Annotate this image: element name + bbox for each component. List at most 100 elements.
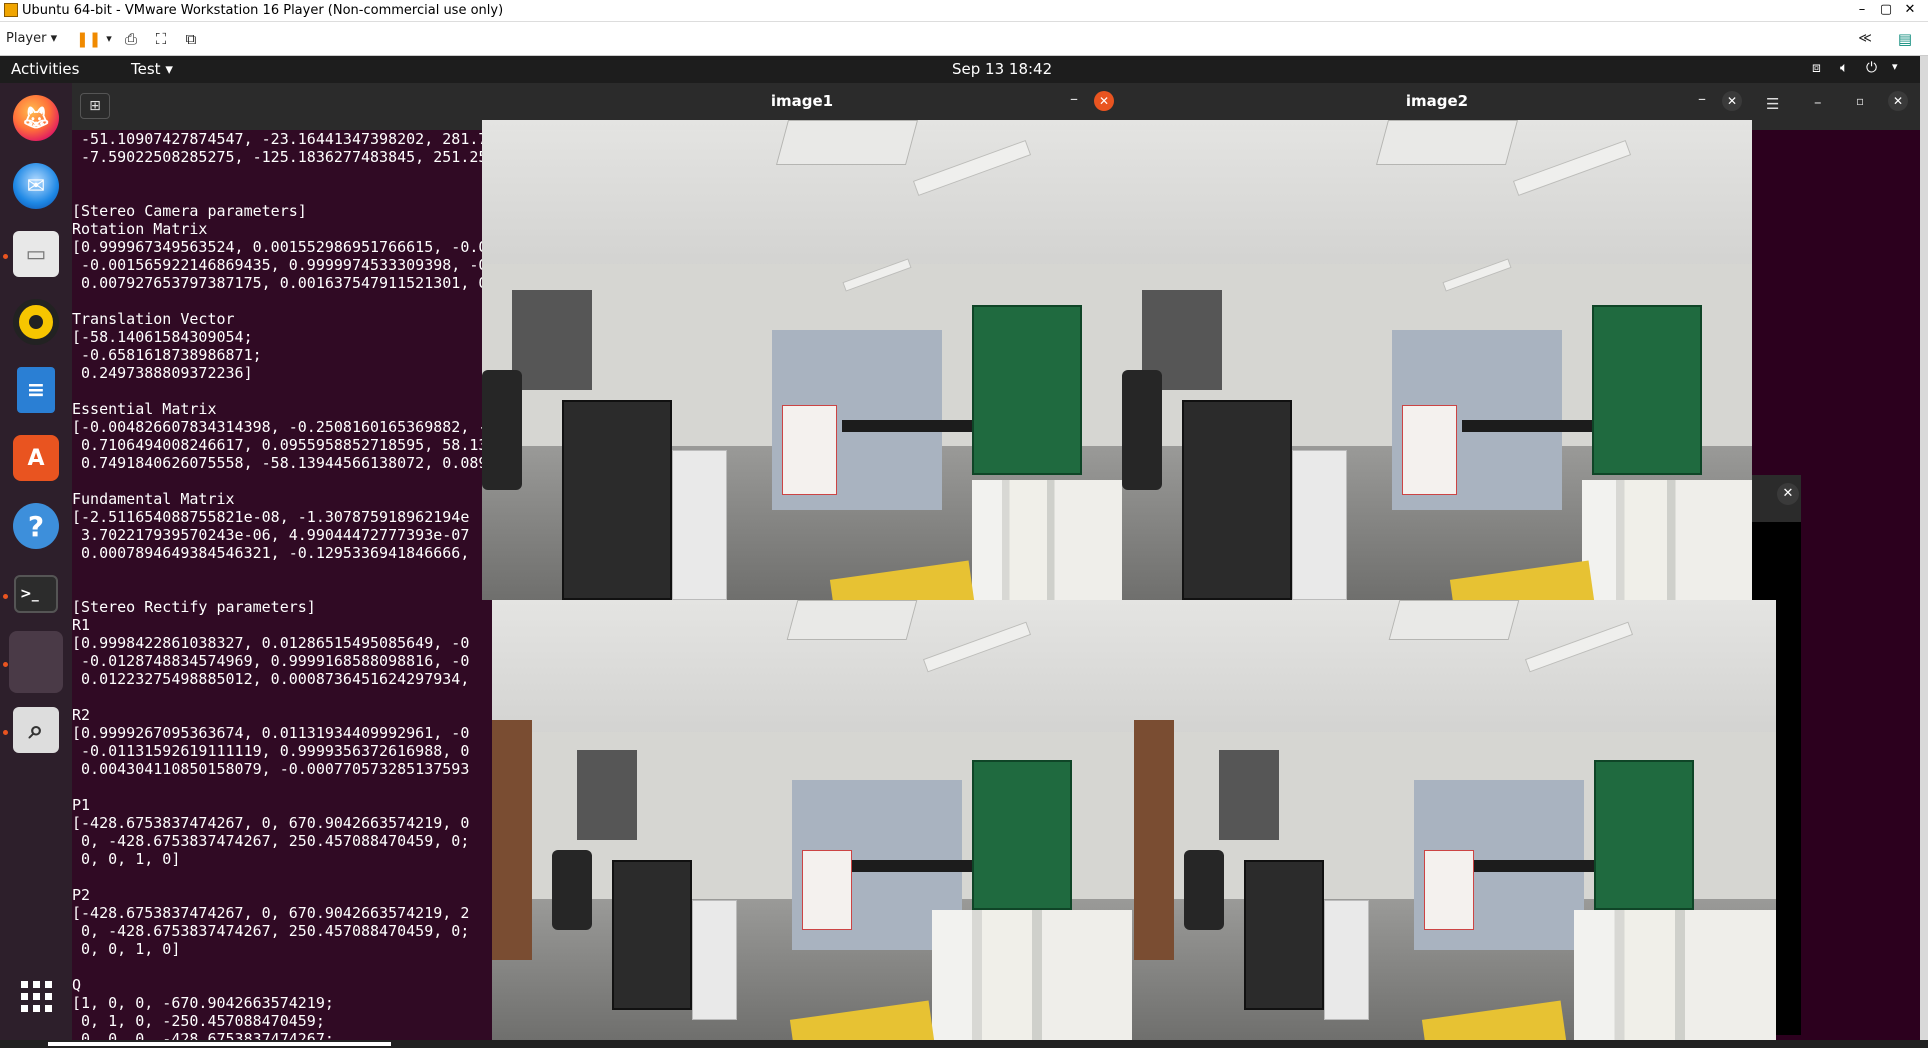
image1-minimize-icon[interactable]: – <box>1062 89 1086 108</box>
player-menu-label: Player <box>6 31 47 46</box>
pause-icon[interactable]: ❚❚ <box>76 28 101 50</box>
fullscreen-icon[interactable]: ⛶ <box>150 28 172 50</box>
rectified-images-window[interactable] <box>492 600 1776 1040</box>
dock-item-help[interactable]: ? <box>9 499 63 553</box>
activities-button[interactable]: Activities <box>11 60 79 78</box>
network-icon[interactable]: ⧈ <box>1812 60 1821 76</box>
terminal-line: 0, 0, 1, 0] <box>72 850 181 868</box>
rectified-left-image <box>492 600 1134 1040</box>
terminal-line: Rotation Matrix <box>72 220 208 238</box>
clock[interactable]: Sep 13 18:42 <box>952 60 1052 78</box>
terminal-line: 0.2497388809372236] <box>72 364 253 382</box>
terminal-line: 0, 1, 0, -250.457088470459; <box>72 1012 325 1030</box>
terminal-window-controls: ☰ – ▫ ✕ <box>1752 83 1920 130</box>
running-indicator <box>3 594 8 599</box>
terminal-line: [0.9999267095363674, 0.01131934409992961… <box>72 724 470 742</box>
new-tab-icon[interactable]: ⊞ <box>80 93 110 119</box>
libreoffice-writer-icon: ≡ <box>17 367 55 413</box>
terminal-line: [0.999967349563524, 0.001552986951766615… <box>72 238 488 256</box>
terminal-line: -0.01131592619111119, 0.9999356372616988… <box>72 742 470 760</box>
dock-item-rhythmbox[interactable] <box>9 295 63 349</box>
firefox-icon: 🦊︎ <box>13 95 59 141</box>
image2-window[interactable]: image2 – ✕ <box>1122 83 1752 600</box>
send-ctrl-alt-del-icon[interactable]: ⎙ <box>120 28 142 50</box>
terminal-line: R1 <box>72 616 91 634</box>
terminal-line: 0, -428.6753837474267, 250.457088470459,… <box>72 922 470 940</box>
terminal-close-icon[interactable]: ✕ <box>1888 91 1908 111</box>
background-window-close-icon[interactable]: ✕ <box>1777 483 1799 505</box>
image1-close-icon[interactable]: ✕ <box>1094 91 1114 111</box>
terminal-line: 0.01223275498885012, 0.00087364516242979… <box>72 670 470 688</box>
dock-item-image-viewer[interactable]: ⌕ <box>9 703 63 757</box>
running-indicator <box>3 730 8 735</box>
gnome-top-bar: Activities Test ▾ Sep 13 18:42 ⧈ 🔈︎ ⏻ ▾ <box>0 56 1920 83</box>
minimize-icon[interactable]: – <box>1852 2 1872 17</box>
terminal-line: 0.004304110850158079, -0.000770573285137… <box>72 760 470 778</box>
terminal-line: 0.7106494008246617, 0.0955958852718595, … <box>72 436 488 454</box>
terminal-line: 0, -428.6753837474267, 250.457088470459,… <box>72 832 470 850</box>
rhythmbox-icon <box>13 299 59 345</box>
volume-icon[interactable]: 🔈︎ <box>1840 60 1848 76</box>
system-menu-arrow-icon[interactable]: ▾ <box>1892 60 1898 73</box>
show-applications-button[interactable] <box>9 969 63 1023</box>
dock-item-software[interactable]: A <box>9 431 63 485</box>
terminal-line: -0.001565922146869435, 0.999997453330939… <box>72 256 488 274</box>
image2-title: image2 <box>1405 92 1469 110</box>
unity-icon[interactable]: ⧉ <box>180 28 202 50</box>
terminal-line: -0.6581618738986871; <box>72 346 262 364</box>
vm-titlebar: Ubuntu 64-bit - VMware Workstation 16 Pl… <box>0 0 1928 22</box>
dock: 🦊︎ ✉ ▭ ≡ A ? >_ ⌕ <box>0 83 72 1042</box>
power-icon[interactable]: ⏻ <box>1866 60 1877 76</box>
terminal-icon: >_ <box>14 575 58 613</box>
vm-right-border <box>1920 56 1928 1040</box>
terminal-menu-icon[interactable]: ☰ <box>1766 95 1779 113</box>
image2-camera-frame <box>1122 120 1752 600</box>
terminal-minimize-icon[interactable]: – <box>1814 93 1822 111</box>
terminal-line: [-428.6753837474267, 0, 670.904266357421… <box>72 904 470 922</box>
vm-library-icon[interactable]: ▤ <box>1894 28 1916 50</box>
terminal-line: [1, 0, 0, -670.9042663574219; <box>72 994 334 1012</box>
vm-window-title: Ubuntu 64-bit - VMware Workstation 16 Pl… <box>22 3 504 18</box>
image2-titlebar[interactable]: image2 – ✕ <box>1122 83 1752 120</box>
terminal-window[interactable]: ⊞ -51.10907427874547, -23.16441347398202… <box>72 83 492 1042</box>
terminal-line: [Stereo Rectify parameters] <box>72 598 316 616</box>
player-menu[interactable]: Player ▾ <box>6 31 57 46</box>
terminal-line: [-428.6753837474267, 0, 670.904266357421… <box>72 814 470 832</box>
terminal-line: Essential Matrix <box>72 400 217 418</box>
dock-item-terminal[interactable]: >_ <box>9 567 63 621</box>
maximize-icon[interactable]: ▢ <box>1876 2 1896 17</box>
terminal-output[interactable]: -51.10907427874547, -23.16441347398202, … <box>72 130 492 1042</box>
running-indicator <box>3 254 8 259</box>
close-icon[interactable]: ✕ <box>1900 2 1920 17</box>
dock-item-writer[interactable]: ≡ <box>9 363 63 417</box>
dock-item-test-app[interactable] <box>9 631 63 693</box>
image2-close-icon[interactable]: ✕ <box>1722 91 1742 111</box>
terminal-line: 3.702217939570243e-06, 4.99044472777393e… <box>72 526 470 544</box>
terminal-line: 0.7491840626075558, -58.13944566138072, … <box>72 454 488 472</box>
image1-window[interactable]: image1 – ✕ <box>482 83 1122 600</box>
terminal-maximize-icon[interactable]: ▫ <box>1856 94 1864 108</box>
image1-titlebar[interactable]: image1 – ✕ <box>482 83 1122 120</box>
image2-minimize-icon[interactable]: – <box>1690 89 1714 108</box>
terminal-header: ⊞ <box>72 83 492 130</box>
dock-item-firefox[interactable]: 🦊︎ <box>9 91 63 145</box>
collapse-icon[interactable]: ≪ <box>1854 28 1876 50</box>
ubuntu-software-icon: A <box>13 435 59 481</box>
terminal-line: R2 <box>72 706 91 724</box>
dock-item-thunderbird[interactable]: ✉ <box>9 159 63 213</box>
vmware-app-icon <box>4 3 18 17</box>
dropdown-arrow-icon[interactable]: ▾ <box>98 28 120 50</box>
dock-item-files[interactable]: ▭ <box>9 227 63 281</box>
terminal-line: [Stereo Camera parameters] <box>72 202 307 220</box>
app-menu[interactable]: Test ▾ <box>131 60 173 78</box>
